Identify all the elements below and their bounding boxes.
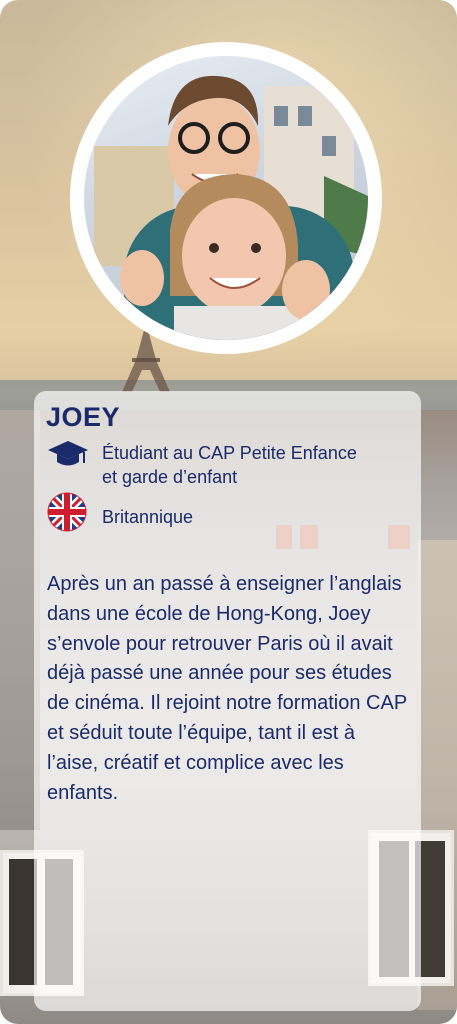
profile-card: JOEY Étudiant au CAP Petite Enfance et g… <box>0 0 457 1024</box>
profile-name: JOEY <box>46 402 121 432</box>
occupation-line-2: et garde d’enfant <box>102 467 238 487</box>
nationality-text: Britannique <box>102 507 194 527</box>
occupation-text: Étudiant au CAP Petite Enfance et garde … <box>102 441 357 489</box>
avatar <box>84 56 368 340</box>
uk-flag-icon <box>47 492 87 532</box>
graduation-cap-icon <box>48 441 88 466</box>
bio-text: Après un an passé à enseigner l’anglais … <box>47 573 407 804</box>
occupation-line-1: Étudiant au CAP Petite Enfance <box>102 443 357 463</box>
